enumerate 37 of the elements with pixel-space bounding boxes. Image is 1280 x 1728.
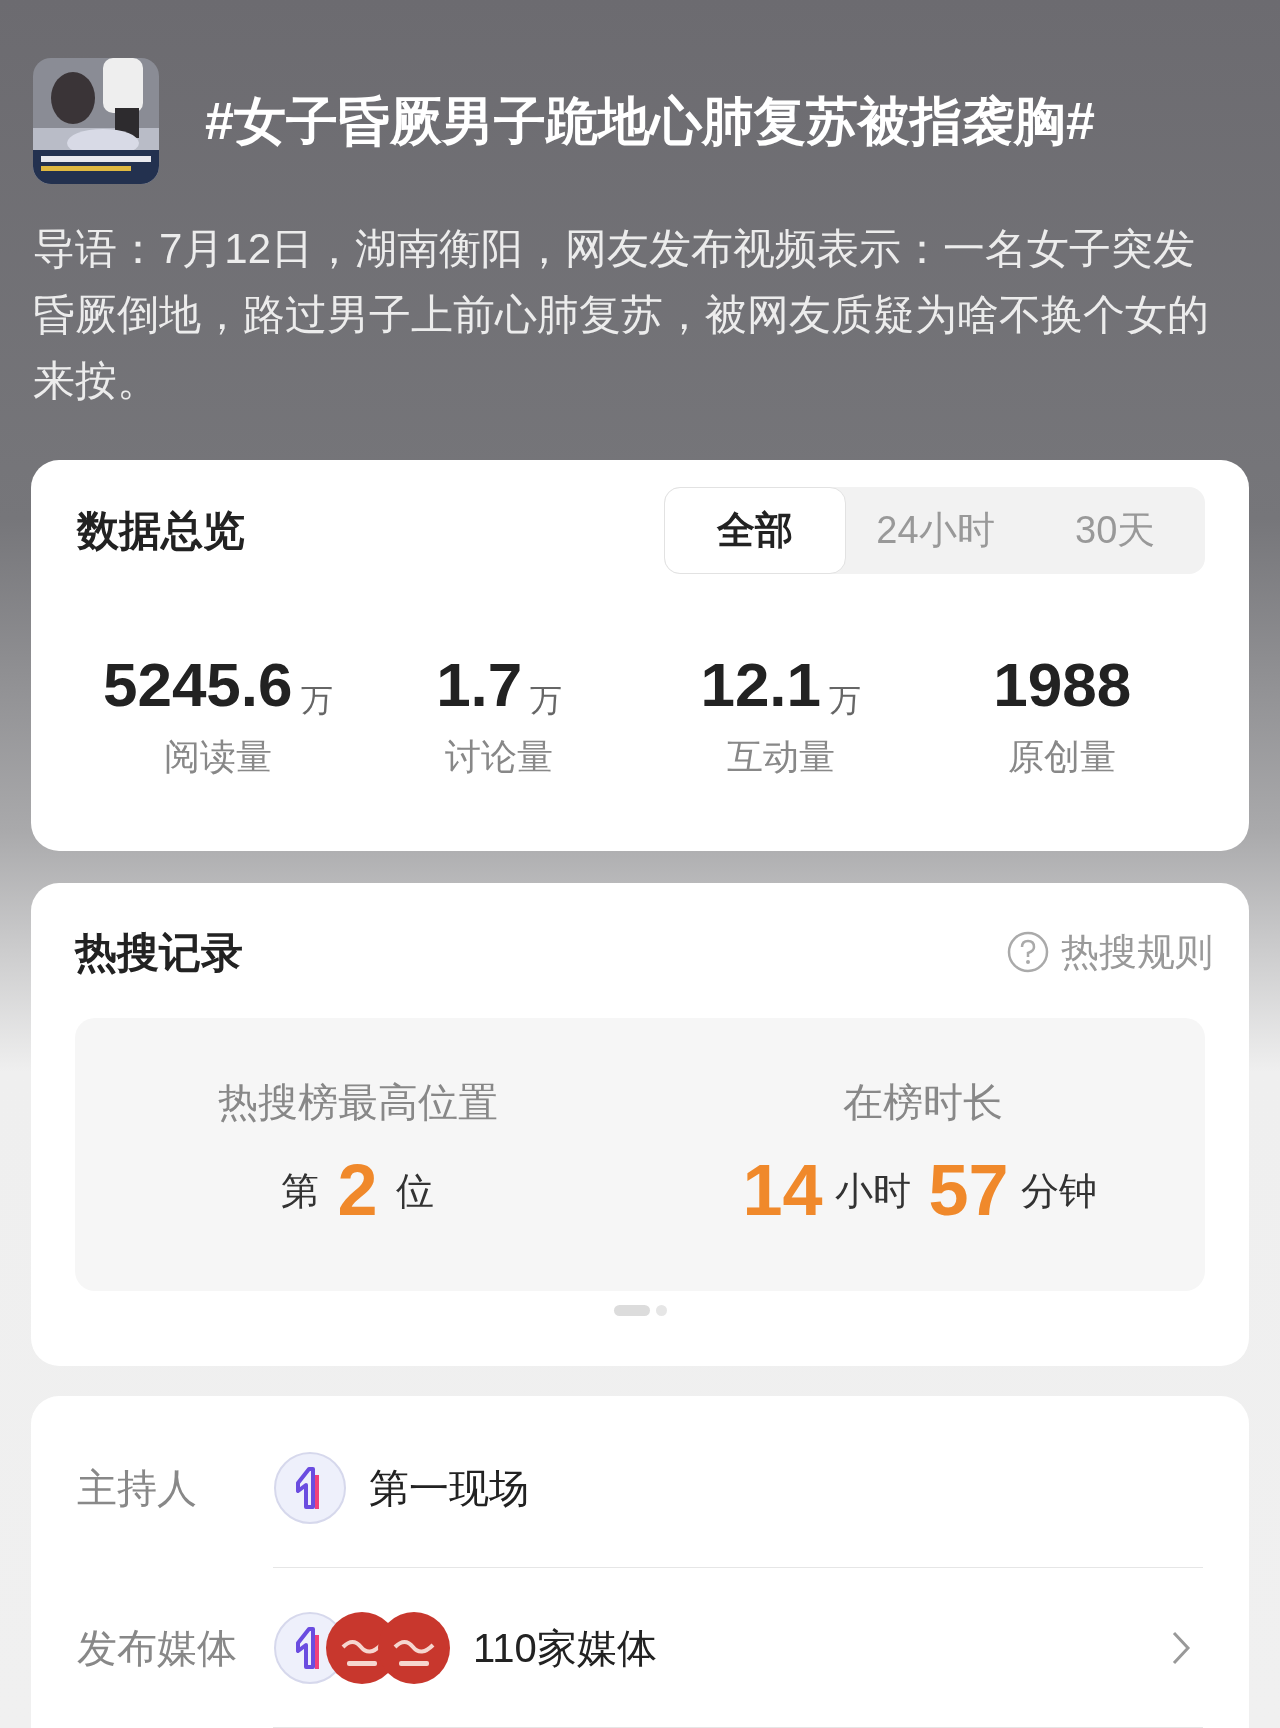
range-tab[interactable]: 24小时 <box>845 487 1026 574</box>
card-title: 数据总览 <box>77 506 245 556</box>
stat-label: 热搜榜最高位置 <box>217 1078 498 1126</box>
stat-label: 互动量 <box>726 735 835 779</box>
stat-value: 1988 <box>993 654 1132 716</box>
range-tab[interactable]: 30天 <box>1025 487 1205 574</box>
card-title: 热搜记录 <box>75 927 243 978</box>
stat-value: 1.7 <box>436 654 523 716</box>
help-icon <box>1007 931 1049 974</box>
row-label: 主持人 <box>77 1465 198 1512</box>
stat-value: 5245.6 <box>102 654 293 716</box>
rules-link[interactable]: 热搜规则 <box>1007 923 1213 981</box>
stat-unit: 万 <box>530 684 563 716</box>
stat-label: 讨论量 <box>445 735 554 779</box>
stat-value: 12.1 <box>700 654 822 716</box>
stat-label: 阅读量 <box>163 735 272 779</box>
chevron-right-icon[interactable] <box>1171 1629 1191 1666</box>
range-tab[interactable]: 全部 <box>664 487 846 574</box>
duration-unit: 小时 <box>834 1168 911 1214</box>
stat-unit: 万 <box>829 684 862 716</box>
rank-suffix: 位 <box>395 1168 434 1214</box>
info-row[interactable]: 110家媒体 <box>273 1568 1203 1728</box>
row-value: 110家媒体 <box>473 1624 657 1672</box>
duration-unit: 分钟 <box>1020 1168 1097 1214</box>
topic-title: #女子昏厥男子跪地心肺复苏被指袭胸# <box>205 90 1095 152</box>
logo-icon <box>273 1450 347 1525</box>
topic-intro: 导语：7月12日，湖南衡阳，网友发布视频表示：一名女子突发昏厥倒地，路过男子上前心肺复苏，被网友质疑为啥不换个女的来按。 <box>32 224 1210 406</box>
stat-unit: 万 <box>300 684 333 716</box>
stat-label: 原创量 <box>1008 735 1117 779</box>
duration-value: 14 <box>742 1153 823 1226</box>
stat-label: 在榜时长 <box>842 1078 1003 1126</box>
row-value: 第一现场 <box>369 1464 529 1512</box>
row-label: 发布媒体 <box>77 1625 238 1672</box>
duration-value: 57 <box>928 1153 1009 1226</box>
rank-prefix: 第 <box>281 1168 320 1214</box>
rank-value: 2 <box>337 1153 378 1226</box>
logo-icon <box>377 1610 451 1685</box>
